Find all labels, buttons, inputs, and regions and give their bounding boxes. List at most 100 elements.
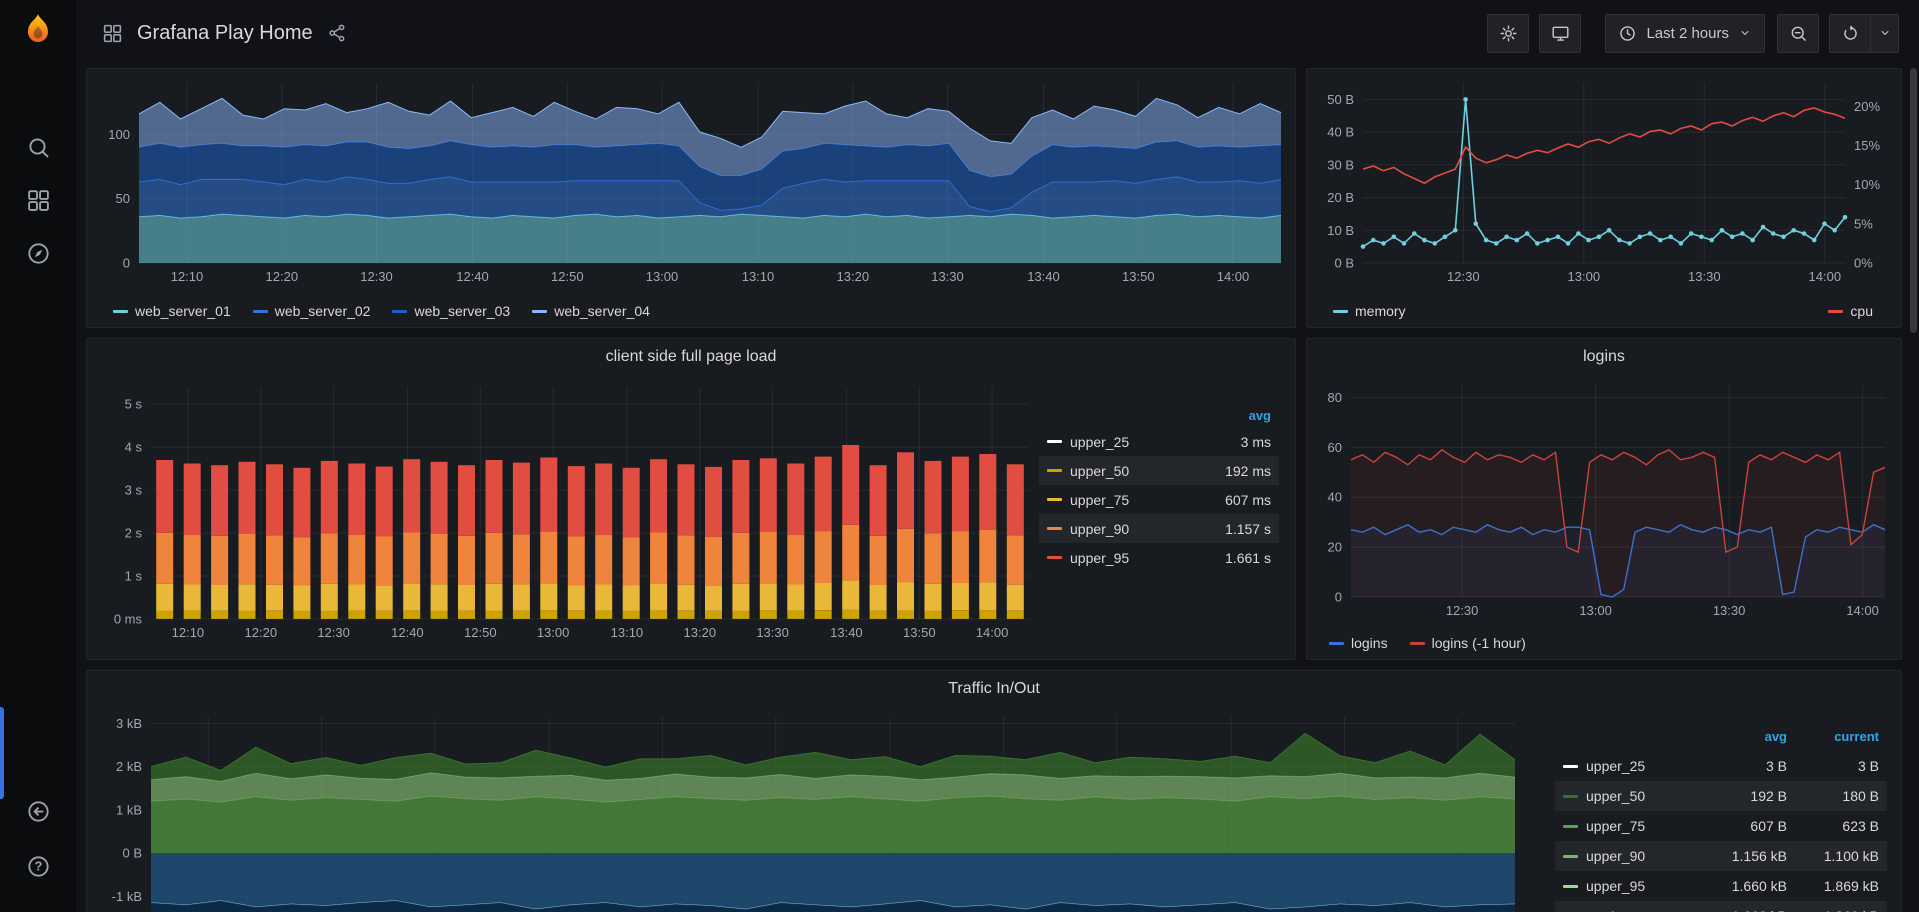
- svg-text:13:30: 13:30: [1688, 269, 1721, 284]
- time-range-picker[interactable]: Last 2 hours: [1605, 14, 1765, 53]
- svg-text:14:00: 14:00: [1217, 269, 1250, 284]
- dashboard-squares-icon[interactable]: [102, 23, 123, 44]
- arrow-left-circle-icon: [26, 799, 51, 824]
- zoom-out-time-button[interactable]: [1777, 14, 1819, 53]
- svg-text:13:10: 13:10: [742, 269, 775, 284]
- svg-text:0%: 0%: [1854, 256, 1873, 271]
- clock-icon: [1618, 24, 1637, 43]
- legend-item-web_server_04[interactable]: web_server_04: [532, 303, 650, 319]
- search-icon-button[interactable]: [0, 123, 76, 171]
- share-dashboard-button[interactable]: [327, 23, 347, 43]
- series-color-swatch: [1047, 469, 1062, 472]
- legend-column-avg[interactable]: avg: [1179, 408, 1271, 423]
- svg-text:12:40: 12:40: [391, 625, 424, 640]
- svg-text:100: 100: [108, 127, 130, 142]
- dashboard-title[interactable]: Grafana Play Home: [137, 22, 313, 45]
- time-range-label: Last 2 hours: [1646, 25, 1729, 42]
- zoom-out-icon: [1789, 24, 1808, 43]
- legend-row-upper_25[interactable]: upper_253 B3 B: [1555, 751, 1887, 781]
- svg-text:20 B: 20 B: [1327, 190, 1354, 205]
- svg-text:5%: 5%: [1854, 216, 1873, 231]
- legend-row-upper_50[interactable]: upper_50192 B180 B: [1555, 781, 1887, 811]
- series-color-swatch: [1047, 498, 1062, 501]
- legend-row-upper_50[interactable]: upper_50192 ms: [1039, 456, 1279, 485]
- sign-in-icon-button[interactable]: [0, 787, 76, 835]
- chevron-down-icon: [1878, 26, 1892, 40]
- page-load-chart[interactable]: 12:1012:2012:3012:4012:5013:0013:1013:20…: [93, 377, 1043, 649]
- series-color-swatch: [1333, 310, 1348, 313]
- traffic-chart[interactable]: 3 kB2 kB1 kB0 B-1 kB-2 kB: [93, 709, 1523, 912]
- legend-row-upper_95[interactable]: upper_951.661 s: [1039, 543, 1279, 572]
- legend-column-current[interactable]: current: [1787, 729, 1879, 744]
- legend-value: 607 B: [1695, 818, 1787, 834]
- legend-value: 1.660 kB: [1695, 878, 1787, 894]
- dashboards-icon-button[interactable]: [0, 176, 76, 224]
- legend-value: 1.660 kB: [1695, 908, 1787, 912]
- legend-value: 192 ms: [1179, 463, 1271, 479]
- series-color-swatch: [1047, 440, 1062, 443]
- svg-text:2 kB: 2 kB: [116, 759, 142, 774]
- gear-icon: [1499, 24, 1518, 43]
- svg-text:14:00: 14:00: [976, 625, 1009, 640]
- legend-row-upper_75[interactable]: upper_75607 B623 B: [1555, 811, 1887, 841]
- legend-value: 180 B: [1787, 788, 1879, 804]
- refresh-interval-dropdown[interactable]: [1871, 14, 1899, 53]
- monitor-icon: [1551, 24, 1570, 43]
- panel-title-logins[interactable]: logins: [1307, 339, 1901, 375]
- dashboard-settings-button[interactable]: [1487, 14, 1529, 53]
- refresh-button-group: [1829, 14, 1899, 53]
- explore-icon-button[interactable]: [0, 229, 76, 277]
- cycle-view-mode-button[interactable]: [1539, 14, 1581, 53]
- legend-item-web_server_03[interactable]: web_server_03: [392, 303, 510, 319]
- help-icon-button[interactable]: ?: [0, 842, 76, 890]
- legend-item-cpu[interactable]: cpu: [1828, 303, 1873, 319]
- memory-cpu-chart[interactable]: 12:3013:0013:3014:000 B10 B20 B30 B40 B5…: [1311, 75, 1899, 289]
- series-color-swatch: [1828, 310, 1843, 313]
- svg-text:3 s: 3 s: [125, 483, 143, 498]
- legend-value: 3 ms: [1179, 434, 1271, 450]
- svg-text:0 ms: 0 ms: [114, 612, 143, 627]
- logins-chart[interactable]: 12:3013:0013:3014:00020406080: [1311, 377, 1899, 623]
- web-servers-legend: web_server_01 web_server_02 web_server_03 w…: [87, 303, 1295, 319]
- svg-text:15%: 15%: [1854, 138, 1880, 153]
- legend-item-web_server_02[interactable]: web_server_02: [253, 303, 371, 319]
- legend-item-logins (-1 hour)[interactable]: logins (-1 hour): [1410, 635, 1526, 651]
- legend-row-upper_90[interactable]: upper_901.157 s: [1039, 514, 1279, 543]
- series-color-swatch: [1563, 795, 1578, 798]
- svg-text:30 B: 30 B: [1327, 157, 1354, 172]
- svg-text:14:00: 14:00: [1846, 603, 1879, 618]
- panel-title-page-load[interactable]: client side full page load: [87, 339, 1295, 375]
- svg-text:12:30: 12:30: [360, 269, 393, 284]
- svg-text:12:20: 12:20: [245, 625, 278, 640]
- svg-text:12:10: 12:10: [171, 269, 204, 284]
- legend-value: 3 B: [1695, 758, 1787, 774]
- legend-row-upper_75[interactable]: upper_75607 ms: [1039, 485, 1279, 514]
- legend-column-avg[interactable]: avg: [1695, 729, 1787, 744]
- legend-value: 607 ms: [1179, 492, 1271, 508]
- svg-text:10%: 10%: [1854, 177, 1880, 192]
- page-scrollbar-thumb[interactable]: [1910, 68, 1917, 333]
- legend-row-upper_90[interactable]: upper_901.156 kB1.100 kB: [1555, 841, 1887, 871]
- logins-legend: logins logins (-1 hour): [1307, 635, 1901, 651]
- sidebar: ?: [0, 0, 76, 912]
- legend-item-web_server_01[interactable]: web_server_01: [113, 303, 231, 319]
- legend-item-logins[interactable]: logins: [1329, 635, 1388, 651]
- refresh-dashboard-button[interactable]: [1829, 14, 1871, 53]
- panel-web-servers: 12:1012:2012:3012:4012:5013:0013:1013:20…: [86, 68, 1296, 328]
- legend-row-upper_25[interactable]: upper_253 ms: [1039, 427, 1279, 456]
- series-color-swatch: [1563, 885, 1578, 888]
- legend-value: 1.156 kB: [1695, 848, 1787, 864]
- svg-text:50 B: 50 B: [1327, 92, 1354, 107]
- legend-item-memory[interactable]: memory: [1333, 303, 1406, 319]
- grafana-logo-icon[interactable]: [16, 10, 60, 54]
- legend-row-upper_95[interactable]: upper_951.660 kB1.869 kB: [1555, 871, 1887, 901]
- panel-title-traffic[interactable]: Traffic In/Out: [87, 671, 1901, 707]
- series-color-swatch: [1563, 765, 1578, 768]
- svg-text:13:00: 13:00: [1579, 603, 1612, 618]
- series-color-swatch: [1563, 855, 1578, 858]
- web-servers-chart[interactable]: 12:1012:2012:3012:4012:5013:0013:1013:20…: [91, 75, 1291, 289]
- grafana-app: ? Grafana Play Home: [0, 0, 1919, 912]
- svg-text:13:20: 13:20: [684, 625, 717, 640]
- panel-logins: logins 12:3013:0013:3014:00020406080 log…: [1306, 338, 1902, 660]
- legend-row-cpu1[interactable]: cpu11.660 kB1.869 kB: [1555, 901, 1887, 912]
